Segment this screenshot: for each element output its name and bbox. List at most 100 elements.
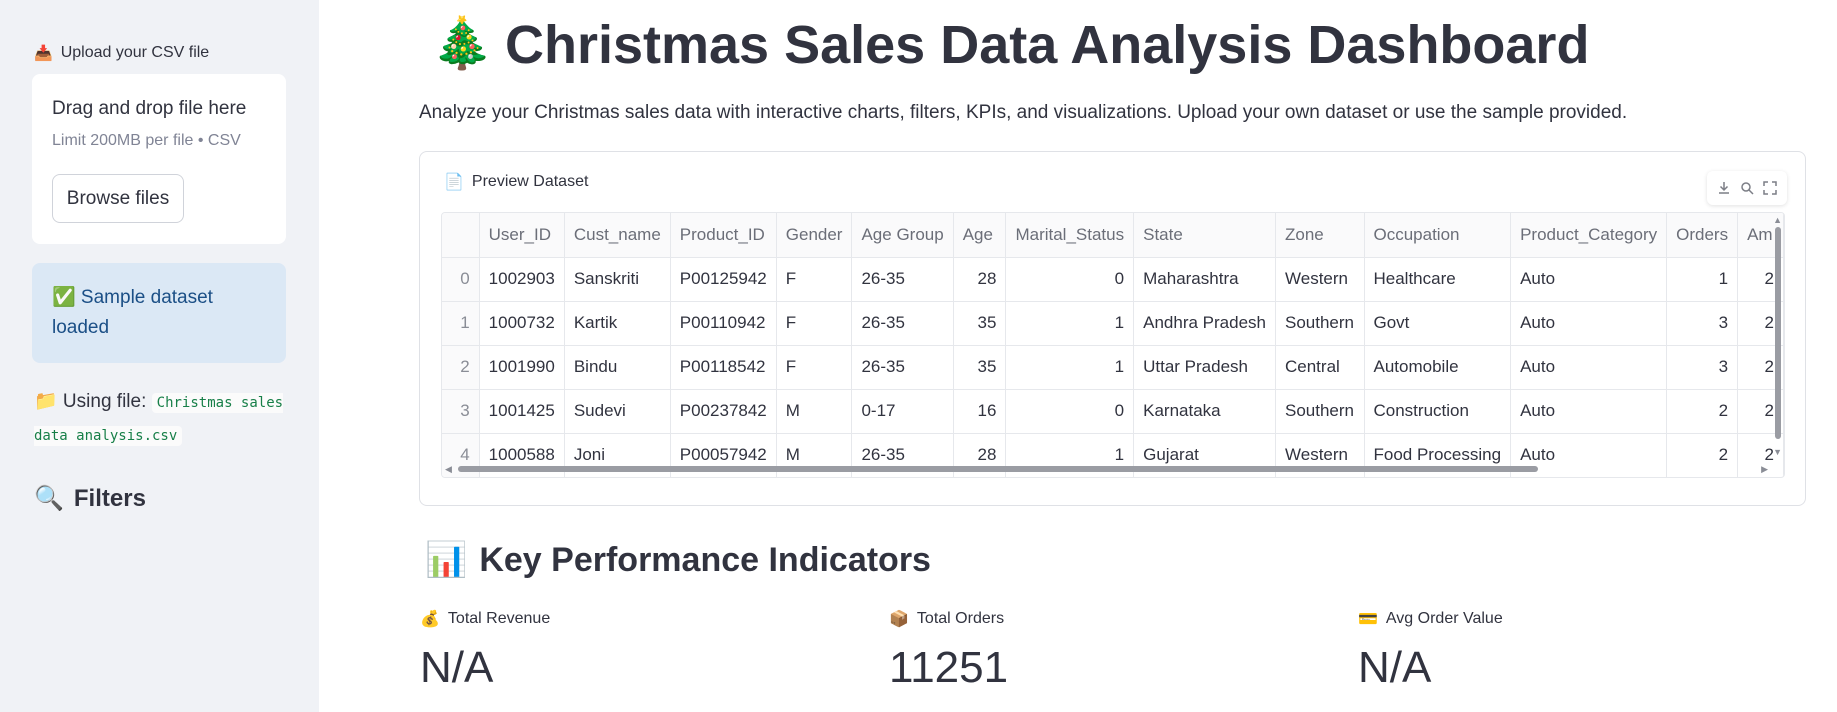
dropzone-title: Drag and drop file here [52, 98, 247, 119]
scroll-left-icon[interactable]: ◀ [445, 464, 452, 475]
data-table: User_ID Cust_name Product_ID Gender Age Grou… [442, 213, 1784, 477]
column-header[interactable]: Product_ID [670, 213, 777, 258]
table-cell[interactable]: Central [1275, 345, 1365, 390]
table-cell[interactable]: 1 [1005, 345, 1135, 390]
kpi-heading: 📊 Key Performance Indicators [425, 540, 931, 580]
preview-expander: 📄 Preview Dataset User_ID Cust_name Prod… [419, 151, 1806, 506]
table-cell[interactable]: Bindu [564, 345, 671, 390]
column-header[interactable]: Orders [1666, 213, 1739, 258]
table-cell[interactable]: 26-35 [851, 257, 954, 302]
table-cell[interactable]: 2 [1666, 389, 1739, 434]
page-description: Analyze your Christmas sales data with i… [419, 102, 1628, 123]
table-cell[interactable]: Western [1275, 257, 1365, 302]
table-cell[interactable]: 3 [1666, 345, 1739, 390]
table-cell[interactable]: Govt [1364, 301, 1512, 346]
column-header[interactable]: Product_Category [1510, 213, 1668, 258]
table-cell[interactable]: Healthcare [1364, 257, 1512, 302]
column-header[interactable]: State [1133, 213, 1276, 258]
column-header[interactable]: Cust_name [564, 213, 671, 258]
kpi-avg-order-value: 💳 Avg Order Value N/A [1358, 609, 1503, 693]
dataframe-toolbar [1707, 171, 1787, 205]
table-header-row: User_ID Cust_name Product_ID Gender Age Grou… [442, 213, 1784, 258]
table-cell[interactable]: P00118542 [670, 345, 777, 390]
table-cell[interactable]: 1001990 [479, 345, 565, 390]
table-cell[interactable]: 1 [1005, 301, 1135, 346]
success-alert: ✅ Sample dataset loaded [32, 263, 286, 363]
scroll-down-icon[interactable]: ▼ [1773, 447, 1782, 457]
table-row[interactable]: 2 1001990 Bindu P00118542 F 26-35 35 1 Uttar Pra… [442, 345, 1784, 390]
scroll-up-icon[interactable]: ▲ [1773, 215, 1782, 225]
table-cell[interactable]: 0-17 [851, 389, 954, 434]
using-file-info: 📁 Using file: Christmas sales data analy… [34, 386, 294, 452]
table-cell[interactable]: Construction [1364, 389, 1512, 434]
column-header[interactable]: Marital_Status [1005, 213, 1135, 258]
preview-label-text: Preview Dataset [471, 173, 589, 190]
search-icon[interactable] [1738, 179, 1756, 197]
table-cell[interactable]: M [776, 389, 853, 434]
browse-files-button[interactable]: Browse files [52, 174, 184, 223]
table-cell[interactable]: 0 [1005, 389, 1135, 434]
upload-label: 📥 Upload your CSV file [34, 44, 209, 62]
table-cell[interactable]: Kartik [564, 301, 671, 346]
column-header[interactable]: Occupation [1364, 213, 1512, 258]
fullscreen-icon[interactable] [1761, 179, 1779, 197]
table-cell[interactable]: Auto [1510, 257, 1668, 302]
preview-label: 📄 Preview Dataset [444, 172, 588, 192]
table-cell[interactable]: Andhra Pradesh [1133, 301, 1276, 346]
table-row[interactable]: 3 1001425 Sudevi P00237842 M 0-17 16 0 Karnataka… [442, 389, 1784, 434]
table-cell[interactable]: Sanskriti [564, 257, 671, 302]
kpi-total-orders: 📦 Total Orders 11251 [889, 609, 1008, 693]
table-cell[interactable]: F [776, 257, 853, 302]
horizontal-scrollbar[interactable] [458, 466, 1538, 472]
table-cell[interactable]: 1000732 [479, 301, 565, 346]
table-cell[interactable]: Southern [1275, 389, 1365, 434]
table-cell[interactable]: P00237842 [670, 389, 777, 434]
table-cell[interactable]: Auto [1510, 301, 1668, 346]
table-cell[interactable]: Auto [1510, 389, 1668, 434]
table-cell[interactable]: 35 [953, 301, 1007, 346]
table-cell[interactable]: 35 [953, 345, 1007, 390]
table-cell[interactable]: P00110942 [670, 301, 777, 346]
bar-chart-icon: 📊 [425, 541, 468, 579]
table-cell[interactable]: 1002903 [479, 257, 565, 302]
table-cell[interactable]: Southern [1275, 301, 1365, 346]
file-dropzone[interactable]: Drag and drop file here Limit 200MB per … [32, 74, 286, 244]
table-cell[interactable]: 3 [1666, 301, 1739, 346]
column-header[interactable]: Age [953, 213, 1007, 258]
table-cell[interactable]: Uttar Pradesh [1133, 345, 1276, 390]
table-cell[interactable]: F [776, 301, 853, 346]
table-cell[interactable]: 1 [1666, 257, 1739, 302]
table-row[interactable]: 1 1000732 Kartik P00110942 F 26-35 35 1 Andhra P… [442, 301, 1784, 346]
column-header[interactable]: Age Group [851, 213, 954, 258]
christmas-tree-icon: 🎄 [431, 15, 494, 71]
table-cell[interactable]: 26-35 [851, 301, 954, 346]
table-cell[interactable]: 1001425 [479, 389, 565, 434]
column-header[interactable] [442, 213, 480, 258]
table-cell[interactable]: Auto [1510, 345, 1668, 390]
table-cell[interactable]: 16 [953, 389, 1007, 434]
vertical-scrollbar[interactable] [1775, 227, 1781, 439]
kpi-label: Avg Order Value [1385, 610, 1503, 627]
filters-title: Filters [73, 484, 146, 512]
table-cell[interactable]: 28 [953, 257, 1007, 302]
table-cell[interactable]: 2 [1666, 433, 1739, 477]
money-bag-icon: 💰 [420, 611, 440, 628]
table-cell[interactable]: 0 [1005, 257, 1135, 302]
table-cell[interactable]: F [776, 345, 853, 390]
column-header[interactable]: Zone [1275, 213, 1365, 258]
table-cell[interactable]: P00125942 [670, 257, 777, 302]
table-row[interactable]: 0 1002903 Sanskriti P00125942 F 26-35 28 0 Mahar… [442, 257, 1784, 302]
column-header[interactable]: Gender [776, 213, 853, 258]
row-index: 1 [442, 301, 480, 346]
table-cell[interactable]: 26-35 [851, 345, 954, 390]
scroll-right-icon[interactable]: ▶ [1761, 464, 1768, 475]
download-icon[interactable] [1715, 179, 1733, 197]
kpi-label: Total Revenue [447, 610, 551, 627]
table-cell[interactable]: Sudevi [564, 389, 671, 434]
kpi-label: Total Orders [916, 610, 1005, 627]
table-cell[interactable]: Karnataka [1133, 389, 1276, 434]
table-cell[interactable]: Maharashtra [1133, 257, 1276, 302]
column-header[interactable]: User_ID [479, 213, 565, 258]
data-grid[interactable]: User_ID Cust_name Product_ID Gender Age Grou… [441, 212, 1785, 478]
table-cell[interactable]: Automobile [1364, 345, 1512, 390]
